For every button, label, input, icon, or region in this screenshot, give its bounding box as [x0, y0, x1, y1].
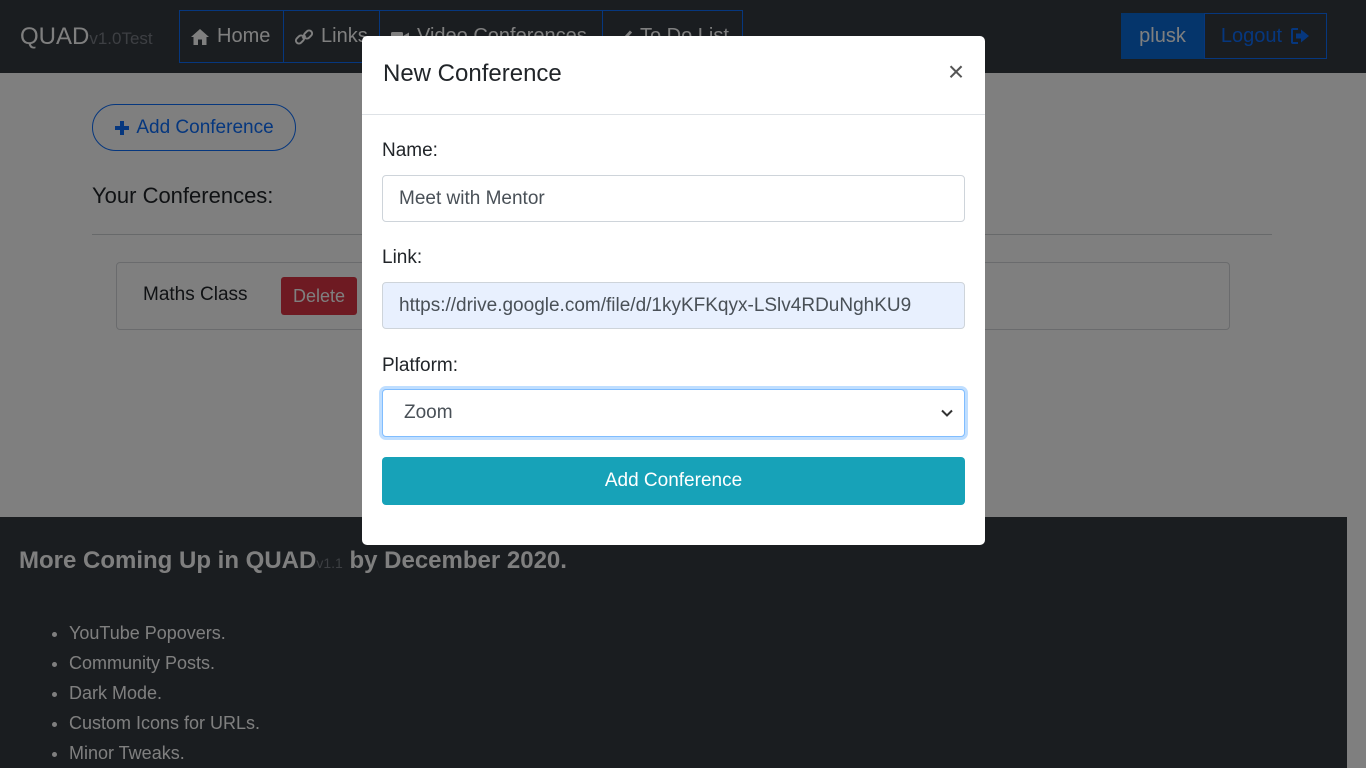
add-conference-submit-button[interactable]: Add Conference [382, 457, 965, 505]
new-conference-modal: New Conference × Name: Link: Platform: Z… [362, 36, 985, 545]
platform-select[interactable]: Zoom [382, 389, 965, 437]
name-input[interactable] [382, 175, 965, 222]
modal-title: New Conference [383, 60, 562, 87]
name-label: Name: [382, 140, 438, 161]
link-label: Link: [382, 247, 423, 268]
link-input[interactable] [382, 282, 965, 329]
chevron-down-icon [941, 409, 953, 417]
platform-label: Platform: [382, 355, 459, 376]
modal-header: New Conference × [362, 36, 985, 115]
platform-selected-value: Zoom [404, 402, 453, 423]
close-icon[interactable]: × [942, 58, 970, 86]
